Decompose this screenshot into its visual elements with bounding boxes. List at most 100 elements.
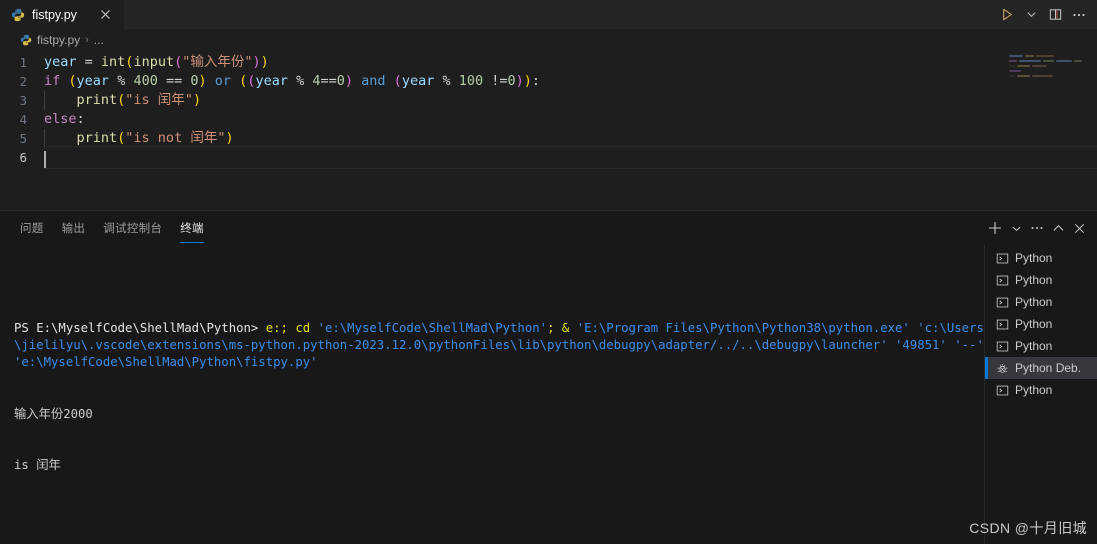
tab-problems[interactable]: 问题 — [20, 211, 44, 245]
breadcrumb-separator: › — [85, 34, 89, 46]
token-punctuation: : — [76, 111, 85, 127]
token-string: "is not 闰年" — [125, 130, 226, 146]
token-function: print — [76, 130, 118, 146]
code-line: 4 else: — [0, 110, 1097, 129]
token-function: int — [100, 54, 126, 70]
token-operator: == — [157, 73, 191, 89]
close-icon[interactable] — [1069, 218, 1089, 238]
terminal-line: is 闰年 — [14, 457, 984, 474]
terminal-list-item-selected[interactable]: Python Deb. — [985, 357, 1097, 379]
terminal-path: 'e:\MyselfCode\ShellMad\Python' — [317, 320, 548, 335]
play-icon[interactable] — [996, 4, 1018, 26]
bottom-panel: 问题 输出 调试控制台 终端 PS E:\MyselfCode\ShellMad… — [0, 210, 1097, 544]
ellipsis-icon[interactable] — [1027, 218, 1047, 238]
token-paren: ( — [393, 73, 402, 89]
editor-tab-label: fistpy.py — [32, 7, 77, 22]
code-text: else: — [44, 110, 1097, 129]
token-operator: != — [483, 73, 508, 89]
token-number: 0 — [336, 73, 345, 89]
token-keyword: else — [44, 111, 77, 127]
terminal-arg: '--' — [954, 338, 984, 353]
line-number: 6 — [19, 150, 27, 165]
code-line: 1 year = int(input("输入年份")) — [0, 53, 1097, 72]
breadcrumb-file[interactable]: fistpy.py — [37, 33, 80, 47]
terminal-command: e:; cd — [265, 320, 318, 335]
terminal-list-item-label: Python — [1015, 251, 1053, 265]
token-operator: % — [109, 73, 134, 89]
token-string: "is 闰年" — [125, 92, 193, 108]
terminal-operator: ; & — [547, 320, 577, 335]
terminal-instance-list: Python Python Python Python Python Pytho… — [984, 245, 1097, 544]
token-keyword: and — [353, 73, 394, 89]
code-line: 2 if (year % 400 == 0) or ((year % 4==0)… — [0, 72, 1097, 91]
panel-tabs: 问题 输出 调试控制台 终端 — [20, 211, 204, 245]
split-editor-icon[interactable] — [1044, 4, 1066, 26]
debug-icon — [996, 362, 1009, 375]
terminal-prompt: PS E:\MyselfCode\ShellMad\Python> — [14, 320, 266, 335]
terminal-list-item-label: Python — [1015, 317, 1053, 331]
tab-terminal[interactable]: 终端 — [180, 211, 204, 245]
line-number: 2 — [19, 74, 27, 89]
terminal-list-item[interactable]: Python — [985, 291, 1097, 313]
terminal-output[interactable]: PS E:\MyselfCode\ShellMad\Python> e:; cd… — [0, 245, 984, 544]
terminal-icon — [996, 318, 1009, 331]
terminal-list-item[interactable]: Python — [985, 335, 1097, 357]
code-line: 3 print("is 闰年") — [0, 91, 1097, 110]
token-operator: = — [76, 54, 101, 70]
editor-actions — [996, 0, 1097, 29]
code-text: print("is not 闰年") — [44, 129, 1097, 148]
tab-output[interactable]: 输出 — [62, 211, 86, 245]
code-text — [44, 146, 1097, 169]
terminal-list-item[interactable]: Python — [985, 313, 1097, 335]
code-text: year = int(input("输入年份")) — [44, 53, 1097, 72]
terminal-icon — [996, 384, 1009, 397]
ellipsis-icon[interactable] — [1068, 4, 1090, 26]
token-paren: ) — [225, 130, 234, 146]
token-variable: year — [255, 73, 288, 89]
close-icon[interactable] — [98, 7, 114, 23]
terminal-icon — [996, 274, 1009, 287]
panel-header: 问题 输出 调试控制台 终端 — [0, 211, 1097, 245]
token-string: "输入年份" — [182, 54, 253, 70]
editor-tabbar: fistpy.py — [0, 0, 1097, 29]
plus-icon[interactable] — [985, 218, 1005, 238]
editor-tab-fistpy[interactable]: fistpy.py — [0, 0, 125, 29]
terminal-path: 'E:\Program Files\Python\Python38\python… — [576, 320, 910, 335]
chevron-down-icon[interactable] — [1006, 218, 1026, 238]
terminal-list-item-label: Python — [1015, 383, 1053, 397]
minimap[interactable] — [1009, 55, 1083, 97]
chevron-up-icon[interactable] — [1048, 218, 1068, 238]
token-variable: year — [76, 73, 110, 89]
terminal-icon — [996, 340, 1009, 353]
token-number: 100 — [458, 73, 484, 89]
token-function: input — [133, 54, 175, 70]
token-operator: == — [320, 73, 337, 89]
token-paren: ) — [252, 54, 261, 70]
code-line-active: 6 — [0, 146, 1097, 169]
token-number: 400 — [133, 73, 158, 89]
terminal-list-item[interactable]: Python — [985, 247, 1097, 269]
line-number: 4 — [19, 112, 27, 127]
code-text: print("is 闰年") — [44, 91, 1097, 110]
python-icon — [20, 34, 32, 46]
terminal-list-item-label: Python — [1015, 295, 1053, 309]
tab-debug-console[interactable]: 调试控制台 — [103, 211, 162, 245]
token-keyword: or — [206, 73, 240, 89]
panel-actions — [985, 218, 1097, 238]
chevron-down-icon[interactable] — [1020, 4, 1042, 26]
code-editor[interactable]: 1 year = int(input("输入年份")) 2 if (year %… — [0, 51, 1097, 210]
token-number: 0 — [190, 73, 199, 89]
token-variable: year — [401, 73, 435, 89]
terminal-list-item[interactable]: Python — [985, 379, 1097, 401]
token-function: print — [76, 92, 118, 108]
terminal-list-item-label: Python Deb. — [1015, 361, 1082, 375]
token-paren: ) — [523, 73, 532, 89]
indent-guide — [44, 129, 45, 148]
breadcrumb-symbols[interactable]: ... — [94, 33, 104, 47]
line-number: 5 — [19, 131, 27, 146]
line-number: 3 — [19, 93, 27, 108]
token-paren: ) — [344, 73, 354, 89]
terminal-list-item[interactable]: Python — [985, 269, 1097, 291]
code-content[interactable]: 1 year = int(input("输入年份")) 2 if (year %… — [0, 51, 1097, 169]
token-keyword: if — [44, 73, 61, 89]
